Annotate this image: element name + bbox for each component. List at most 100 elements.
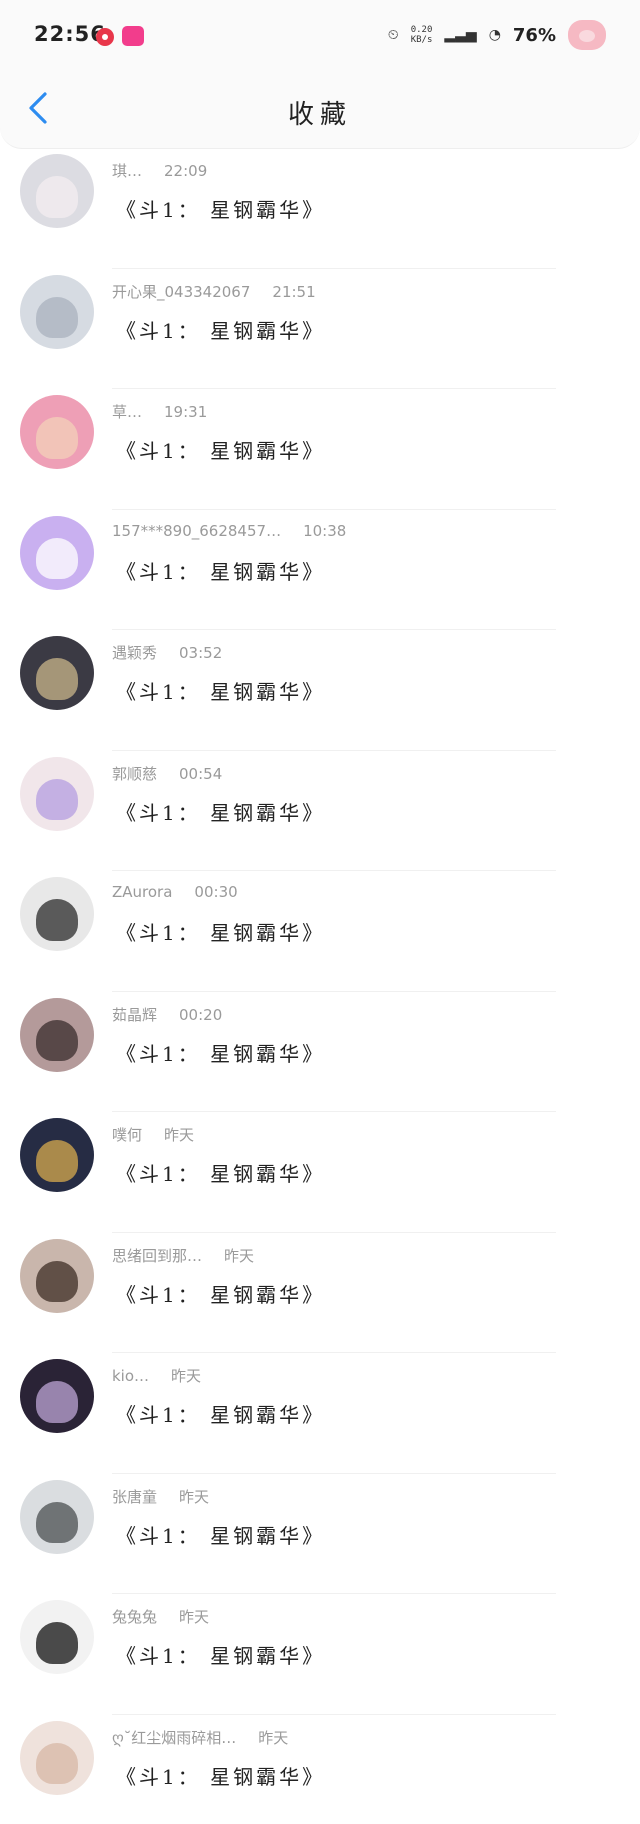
avatar-figure	[36, 1622, 78, 1664]
item-text: 《斗1： 星钢霸华》	[116, 1282, 326, 1307]
item-name: 张唐童	[112, 1487, 158, 1506]
item-name: 郭顺慈	[112, 764, 158, 783]
item-name: 琪…	[112, 162, 143, 180]
avatar-figure	[36, 176, 78, 218]
avatar-figure	[36, 417, 78, 459]
item-text: 《斗1： 星钢霸华》	[116, 1041, 326, 1066]
list-item[interactable]: 遇颖秀 03:52 《斗1： 星钢霸华》	[0, 630, 640, 751]
network-speed-unit: KB/s	[410, 35, 433, 45]
item-text: 《斗1： 星钢霸华》	[116, 1523, 326, 1548]
item-name: kio…	[112, 1367, 150, 1385]
item-time: 昨天	[171, 1367, 202, 1385]
item-name: ZAurora	[112, 883, 173, 901]
avatar-figure	[36, 658, 78, 700]
avatar-figure	[36, 1381, 78, 1423]
page-title: 收藏	[287, 100, 352, 130]
avatar[interactable]	[20, 154, 94, 228]
item-meta: 遇颖秀 03:52	[112, 642, 222, 663]
list-item[interactable]: 草… 19:31 《斗1： 星钢霸华》	[0, 389, 640, 510]
item-text: 《斗1： 星钢霸华》	[116, 800, 326, 825]
item-time: 00:20	[179, 1005, 223, 1024]
avatar-figure	[36, 1501, 78, 1544]
item-text: 《斗1： 星钢霸华》	[116, 1403, 326, 1427]
list-item[interactable]: 兔兔兔 昨天《斗1： 星钢霸华》	[0, 1594, 640, 1715]
item-meta: ZAurora 00:30	[112, 883, 238, 901]
item-time: 昨天	[224, 1246, 255, 1265]
item-time: 21:51	[272, 282, 316, 301]
item-meta: 茹晶辉 00:20	[112, 1004, 222, 1025]
item-time: 22:09	[164, 162, 208, 180]
signal-icon: ▂▃▅	[444, 27, 477, 43]
list-item[interactable]: 琪… 22:09 《斗1： 星钢霸华》	[0, 148, 640, 269]
item-time: 00:30	[194, 883, 238, 901]
item-name: 草…	[112, 403, 143, 421]
item-text: 《斗1： 星钢霸华》	[116, 921, 326, 945]
avatar-figure	[36, 1140, 78, 1182]
item-text: 《斗1： 星钢霸华》	[116, 198, 326, 222]
avatar[interactable]	[20, 1600, 94, 1674]
list-item[interactable]: ZAurora 00:30 《斗1： 星钢霸华》	[0, 871, 640, 992]
avatar-figure	[36, 296, 78, 339]
item-text: 《斗1： 星钢霸华》	[116, 439, 326, 463]
item-time: 昨天	[179, 1487, 210, 1506]
item-text: 《斗1： 星钢霸华》	[116, 1162, 326, 1186]
item-meta: 郭顺慈 00:54	[112, 763, 222, 784]
item-meta: 157***890_6628457… 10:38	[112, 522, 346, 540]
item-meta: 噗何 昨天	[112, 1124, 194, 1145]
item-text: 《斗1： 星钢霸华》	[116, 1764, 326, 1789]
item-text: 《斗1： 星钢霸华》	[116, 680, 326, 704]
status-icons: ⏲ 0.20 KB/s ▂▃▅ ◔ 76%	[388, 18, 606, 52]
battery-level: 76%	[512, 24, 556, 46]
avatar-figure	[36, 778, 78, 821]
favorites-list: 琪… 22:09 《斗1： 星钢霸华》 开心果_043342067 21:51 《斗1： …	[0, 148, 640, 1824]
item-text: 《斗1： 星钢霸华》	[116, 559, 326, 584]
avatar-figure	[36, 1019, 78, 1062]
item-meta: 思绪回到那… 昨天	[112, 1245, 254, 1266]
avatar-figure	[36, 1260, 78, 1303]
avatar[interactable]	[20, 1479, 94, 1554]
item-name: ღ˘红尘烟雨碎相…	[112, 1728, 237, 1747]
avatar[interactable]	[20, 515, 94, 590]
list-item[interactable]: 郭顺慈 00:54 《斗1： 星钢霸华》	[0, 751, 640, 871]
item-meta: 张唐童 昨天	[112, 1486, 209, 1507]
item-name: 思绪回到那…	[112, 1246, 203, 1265]
avatar[interactable]	[20, 1238, 94, 1313]
avatar-figure	[36, 537, 78, 580]
list-item[interactable]: 开心果_043342067 21:51 《斗1： 星钢霸华》	[0, 269, 640, 389]
item-time: 昨天	[164, 1126, 195, 1144]
item-meta: 草… 19:31	[112, 401, 207, 422]
avatar[interactable]	[20, 997, 94, 1072]
item-text: 《斗1： 星钢霸华》	[116, 318, 326, 343]
list-item[interactable]: kio… 昨天《斗1： 星钢霸华》	[0, 1353, 640, 1474]
item-meta: 琪… 22:09	[112, 160, 207, 181]
avatar[interactable]	[20, 395, 94, 469]
item-meta: 开心果_043342067 21:51	[112, 281, 316, 302]
list-item[interactable]: 157***890_6628457… 10:38 《斗1： 星钢霸华》	[0, 510, 640, 630]
avatar[interactable]	[20, 1118, 94, 1192]
item-name: 茹晶辉	[112, 1005, 158, 1024]
status-time: 22:56	[34, 22, 106, 46]
list-item[interactable]: 思绪回到那… 昨天《斗1： 星钢霸华》	[0, 1233, 640, 1353]
avatar[interactable]	[20, 636, 94, 710]
item-text: 《斗1： 星钢霸华》	[116, 1644, 326, 1668]
item-time: 昨天	[179, 1608, 210, 1626]
nav-bar: 收藏	[0, 72, 640, 149]
list-item[interactable]: ღ˘红尘烟雨碎相… 昨天《斗1： 星钢霸华》	[0, 1715, 640, 1824]
app-notification-icon-2	[122, 26, 144, 46]
list-item[interactable]: 张唐童 昨天《斗1： 星钢霸华》	[0, 1474, 640, 1594]
list-item[interactable]: 茹晶辉 00:20 《斗1： 星钢霸华》	[0, 992, 640, 1112]
item-name: 噗何	[112, 1126, 143, 1144]
item-time: 昨天	[258, 1728, 289, 1747]
alarm-icon: ⏲	[387, 27, 399, 43]
app-notification-icon	[96, 28, 114, 46]
avatar[interactable]	[20, 756, 94, 831]
avatar[interactable]	[20, 1359, 94, 1433]
avatar[interactable]	[20, 1720, 94, 1795]
avatar[interactable]	[20, 274, 94, 349]
avatar[interactable]	[20, 877, 94, 951]
item-meta: ღ˘红尘烟雨碎相… 昨天	[112, 1727, 288, 1748]
network-speed: 0.20 KB/s	[411, 25, 433, 45]
item-time: 10:38	[303, 521, 347, 540]
list-item[interactable]: 噗何 昨天《斗1： 星钢霸华》	[0, 1112, 640, 1233]
item-name: 兔兔兔	[112, 1608, 158, 1626]
